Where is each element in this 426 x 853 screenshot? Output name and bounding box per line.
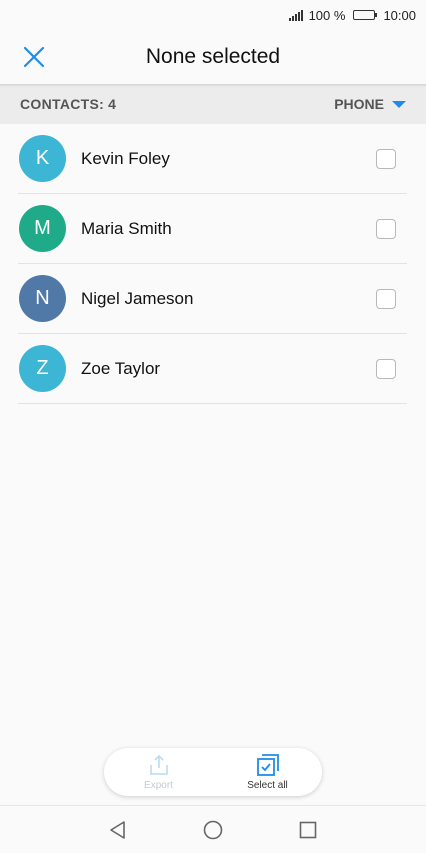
home-button[interactable] <box>198 815 228 845</box>
contact-row-zoe-taylor[interactable]: Z Zoe Taylor <box>18 334 407 404</box>
select-all-button[interactable]: Select all <box>223 753 313 791</box>
avatar: N <box>19 275 66 322</box>
action-bar: Export Select all <box>104 748 322 796</box>
contacts-count-value: 4 <box>108 96 117 112</box>
clock: 10:00 <box>383 7 416 23</box>
close-icon <box>23 46 45 68</box>
contact-name: Zoe Taylor <box>81 358 161 378</box>
avatar: K <box>19 135 66 182</box>
avatar: Z <box>19 345 66 392</box>
contact-row-kevin-foley[interactable]: K Kevin Foley <box>18 124 407 194</box>
select-all-label: Select all <box>247 780 288 791</box>
contact-name: Kevin Foley <box>81 148 170 168</box>
battery-icon <box>353 10 378 20</box>
recents-square-icon <box>300 821 317 838</box>
contacts-count: CONTACTS: 4 <box>20 96 116 112</box>
contact-row-nigel-jameson[interactable]: N Nigel Jameson <box>18 264 407 334</box>
back-triangle-icon <box>109 820 125 839</box>
account-filter-label: PHONE <box>334 96 384 112</box>
avatar: M <box>19 205 66 252</box>
contact-checkbox[interactable] <box>376 218 396 239</box>
account-filter-dropdown[interactable]: PHONE <box>334 96 406 112</box>
contacts-count-bar: CONTACTS: 4 PHONE <box>0 84 426 124</box>
contact-checkbox[interactable] <box>376 148 396 169</box>
export-label: Export <box>144 780 173 791</box>
contact-checkbox[interactable] <box>376 358 396 379</box>
contact-row-maria-smith[interactable]: M Maria Smith <box>18 194 407 264</box>
page-title: None selected <box>145 45 281 68</box>
header: None selected <box>0 30 426 84</box>
battery-percentage: 100 % <box>308 7 346 23</box>
export-icon <box>149 754 168 775</box>
status-bar: 100 % 10:00 <box>0 0 426 30</box>
export-button[interactable]: Export <box>114 753 204 791</box>
home-circle-icon <box>203 820 223 839</box>
dropdown-caret-icon <box>392 100 406 108</box>
signal-icon <box>288 9 303 21</box>
recents-button[interactable] <box>293 815 323 845</box>
select-all-icon <box>256 754 279 776</box>
contact-name: Maria Smith <box>81 218 172 238</box>
close-button[interactable] <box>20 43 48 71</box>
contacts-count-label: CONTACTS: <box>20 96 105 112</box>
back-button[interactable] <box>103 815 133 845</box>
navigation-bar <box>0 805 426 853</box>
contact-name: Nigel Jameson <box>81 288 194 308</box>
contact-list: K Kevin Foley M Maria Smith N Nigel Jame… <box>18 124 407 404</box>
contact-checkbox[interactable] <box>376 288 396 309</box>
